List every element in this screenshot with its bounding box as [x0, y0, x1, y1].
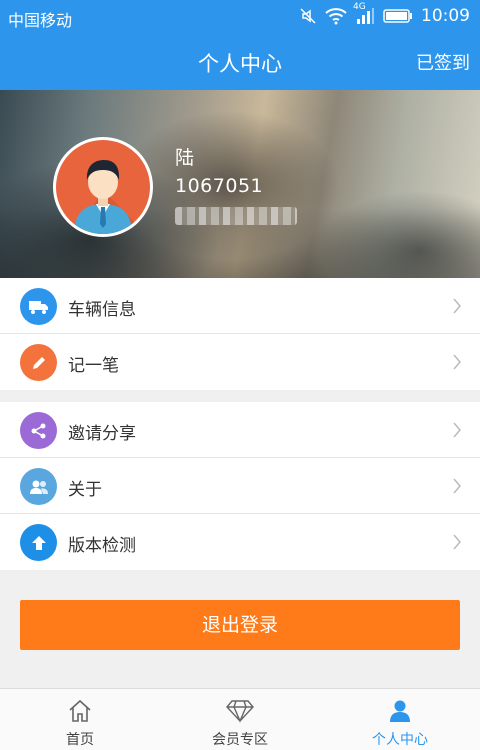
- clock: 10:09: [421, 6, 470, 26]
- menu-item-invite-share[interactable]: 邀请分享: [0, 402, 480, 458]
- masked-phone-number: [175, 207, 297, 225]
- truck-icon: [20, 288, 57, 325]
- chevron-right-icon: [452, 297, 462, 319]
- menu-item-label: 记一笔: [68, 356, 119, 376]
- signal-icon: 4G: [353, 2, 375, 25]
- status-bar: 中国移动 4G 10:09: [0, 0, 480, 33]
- upload-arrow-icon: [20, 524, 57, 561]
- home-icon: [64, 699, 96, 725]
- bottom-tab-bar: 首页 会员专区 个人中心: [0, 688, 480, 750]
- network-type: 4G: [353, 2, 366, 12]
- menu-item-label: 车辆信息: [68, 300, 136, 320]
- share-icon: [20, 412, 57, 449]
- menu-item-label: 邀请分享: [68, 424, 136, 444]
- menu-item-version-check[interactable]: 版本检测: [0, 514, 480, 570]
- header-bar: 个人中心 已签到: [0, 33, 480, 90]
- avatar[interactable]: [53, 137, 153, 237]
- tab-personal-center[interactable]: 个人中心: [320, 689, 480, 750]
- user-id: 1067051: [175, 175, 264, 197]
- pencil-icon: [20, 344, 57, 381]
- menu-item-about[interactable]: 关于: [0, 458, 480, 514]
- tab-label: 首页: [66, 732, 94, 748]
- menu-item-vehicle-info[interactable]: 车辆信息: [0, 278, 480, 334]
- chevron-right-icon: [452, 353, 462, 375]
- battery-icon: [383, 8, 413, 24]
- tab-label: 个人中心: [372, 732, 428, 748]
- menu-item-label: 版本检测: [68, 536, 136, 556]
- profile-banner: 陆 1067051: [0, 90, 480, 278]
- tab-home[interactable]: 首页: [0, 689, 160, 750]
- chevron-right-icon: [452, 477, 462, 499]
- diamond-icon: [224, 699, 256, 725]
- tab-member-zone[interactable]: 会员专区: [160, 689, 320, 750]
- sign-in-button[interactable]: 已签到: [416, 49, 470, 75]
- tab-label: 会员专区: [212, 732, 268, 748]
- person-avatar-icon: [74, 160, 146, 234]
- status-icons: 4G 10:09: [299, 2, 470, 26]
- menu-item-label: 关于: [68, 480, 102, 500]
- chevron-right-icon: [452, 533, 462, 555]
- user-name: 陆: [175, 147, 195, 169]
- carrier-name: 中国移动: [8, 11, 73, 30]
- users-icon: [20, 468, 57, 505]
- person-icon: [384, 699, 416, 725]
- logout-button[interactable]: 退出登录: [20, 600, 460, 650]
- menu-item-note[interactable]: 记一笔: [0, 334, 480, 390]
- mute-icon: [299, 7, 317, 25]
- page-title: 个人中心: [198, 52, 282, 76]
- wifi-icon: [325, 7, 347, 25]
- chevron-right-icon: [452, 421, 462, 443]
